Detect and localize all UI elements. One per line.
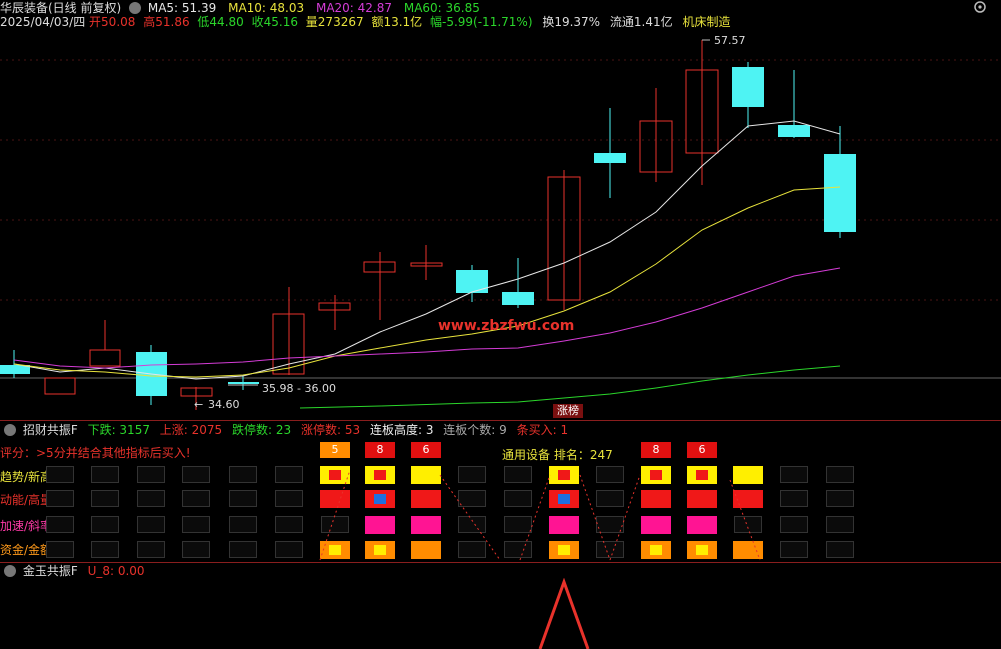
ma10-label: MA10: 48.03	[228, 1, 305, 15]
candle	[89, 349, 121, 367]
low-label: 低44.80	[197, 15, 244, 29]
open-label: 开50.08	[89, 15, 136, 29]
separator-indicator1	[0, 562, 1001, 563]
ma60-line	[299, 365, 841, 409]
ma20-label: MA20: 42.87	[315, 1, 393, 15]
separator-main	[0, 420, 1001, 421]
ma5-label: MA5: 51.39	[147, 1, 217, 15]
indicator2-name[interactable]: 金玉共振F	[23, 564, 78, 578]
range-annotation: 35.98 - 36.00	[262, 382, 336, 395]
candle	[228, 382, 259, 384]
amount-label: 额13.1亿	[371, 15, 423, 29]
candle	[778, 125, 810, 137]
close-label: 收45.16	[251, 15, 298, 29]
board-height: 连板高度: 3	[369, 423, 434, 437]
indicator2-chart	[538, 578, 590, 649]
candle	[732, 67, 764, 107]
limit-up-tag: 涨榜	[553, 404, 583, 418]
indicator2-dot-icon[interactable]	[4, 565, 16, 577]
indicator1-name[interactable]: 招财共振F	[23, 423, 78, 437]
candle	[44, 377, 76, 395]
candlestick-chart[interactable]: 57.57 ← 34.60 35.98 - 36.00 www.zbzfwu.c…	[0, 30, 1001, 420]
candle	[824, 154, 856, 232]
low-price-annotation: 34.60	[208, 398, 240, 411]
toggle-icon[interactable]	[973, 0, 987, 14]
board-count: 连板个数: 9	[443, 423, 507, 437]
indicator1-header: 招财共振F 下跌: 3157 上涨: 2075 跌停数: 23 涨停数: 53 …	[0, 422, 568, 438]
date-label: 2025/04/03/四	[0, 15, 86, 29]
indicator1-dot-icon[interactable]	[4, 424, 16, 436]
high-price-annotation: 57.57	[714, 34, 746, 47]
indicator2-value: U_8: 0.00	[87, 564, 145, 578]
buy-signal: 条买入: 1	[516, 423, 569, 437]
down-count: 下跌: 3157	[87, 423, 150, 437]
candle	[594, 153, 626, 163]
turnover-label: 换19.37%	[542, 15, 601, 29]
up-count: 上涨: 2075	[159, 423, 223, 437]
ma10-line	[13, 186, 841, 378]
signal-connector-lines	[319, 469, 761, 561]
indicator2-header: 金玉共振F U_8: 0.00	[0, 563, 145, 579]
float-label: 流通1.41亿	[609, 15, 673, 29]
candle	[456, 270, 488, 293]
limit-up-count: 涨停数: 53	[301, 423, 361, 437]
volume-label: 量273267	[305, 15, 364, 29]
ma60-label: MA60: 36.85	[403, 1, 480, 15]
watermark-text: www.zbzfwu.com	[438, 318, 574, 334]
candle	[502, 292, 534, 305]
indicator2-spike	[538, 578, 590, 649]
chart-header-line2: 2025/04/03/四 开50.08 高51.86 低44.80 收45.16…	[0, 14, 731, 30]
high-label: 高51.86	[143, 15, 190, 29]
candles	[0, 40, 856, 410]
settings-dot-icon[interactable]	[129, 2, 142, 14]
stock-title[interactable]: 华辰装备(日线 前复权)	[0, 1, 121, 15]
change-label: 幅-5.99(-11.71%)	[430, 15, 533, 29]
sector-label[interactable]: 机床制造	[682, 15, 730, 29]
svg-text:←: ←	[194, 398, 203, 411]
limit-down-count: 跌停数: 23	[232, 423, 292, 437]
signal-grid: 58686	[0, 440, 1001, 562]
